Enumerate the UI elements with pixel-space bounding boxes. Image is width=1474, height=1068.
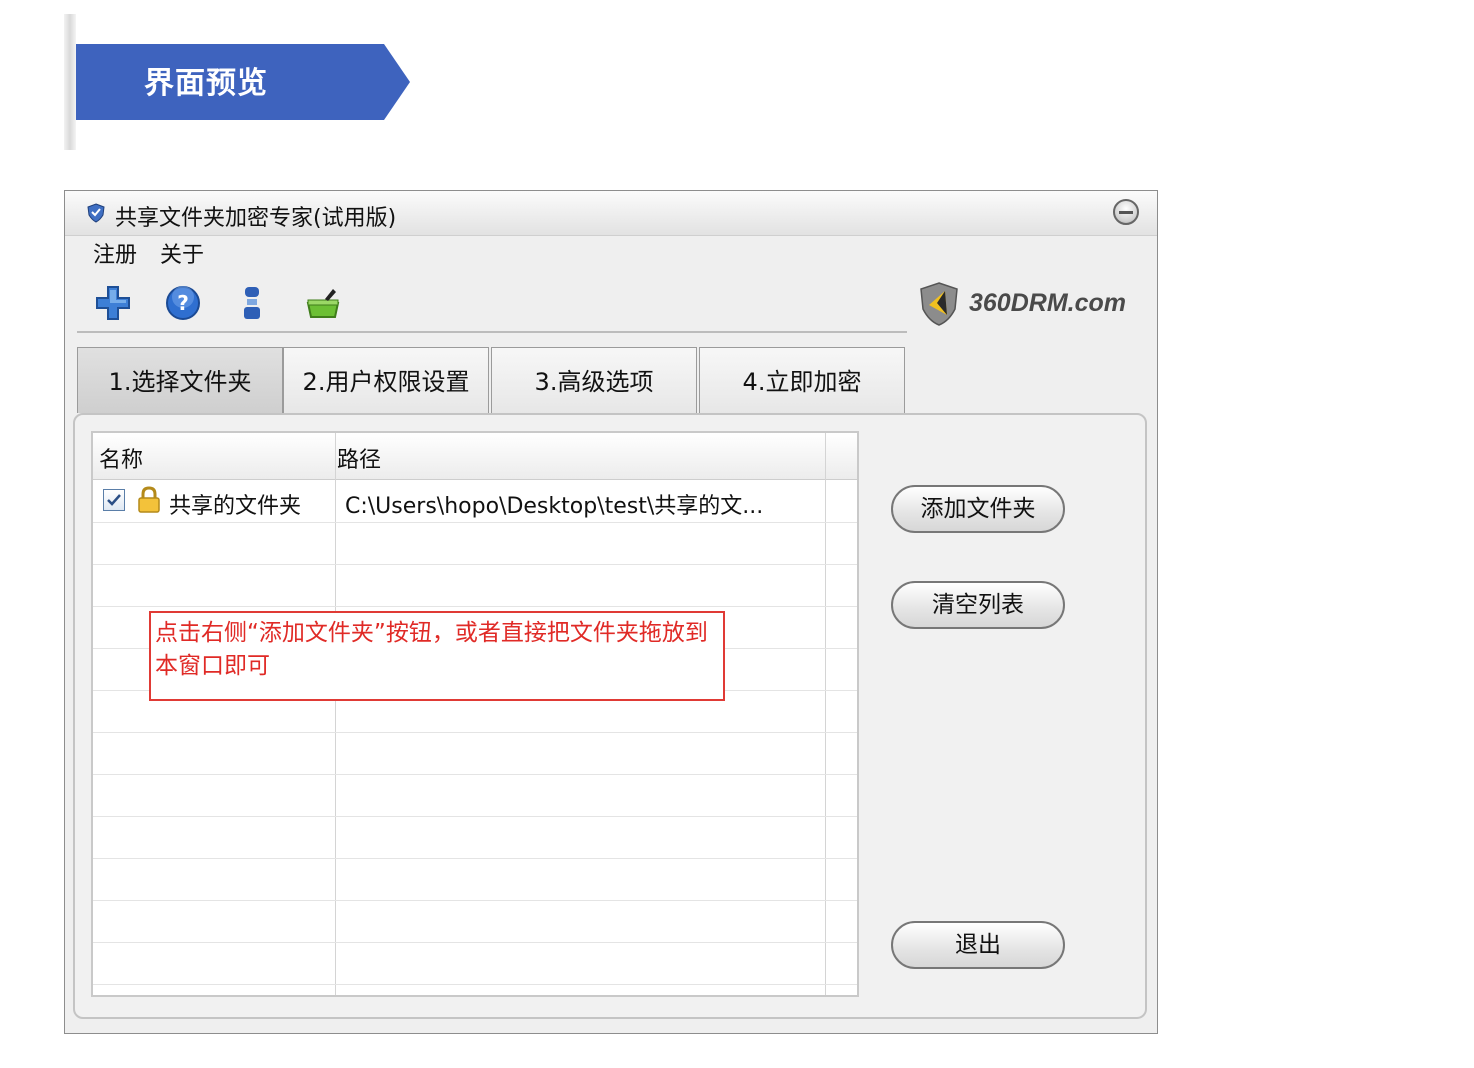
- exit-button[interactable]: 退出: [891, 921, 1065, 969]
- row-gridline: [93, 732, 857, 733]
- checkmark-icon: [107, 494, 121, 506]
- tab-encrypt-now[interactable]: 4.立即加密: [699, 347, 905, 413]
- brand-logo-icon: [920, 282, 958, 326]
- column-header-path[interactable]: 路径: [337, 442, 381, 474]
- app-window: 共享文件夹加密专家(试用版) 注册 关于 ? 360DRM.com 1.选择文件…: [64, 190, 1158, 1034]
- row-gridline: [93, 774, 857, 775]
- tab-select-folder[interactable]: 1.选择文件夹: [77, 347, 283, 413]
- row-checkbox[interactable]: [103, 489, 125, 511]
- plus-icon[interactable]: [93, 283, 133, 323]
- svg-text:?: ?: [177, 291, 189, 315]
- add-folder-button[interactable]: 添加文件夹: [891, 485, 1065, 533]
- row-gridline: [93, 942, 857, 943]
- shield-icon: [87, 203, 105, 223]
- tab-advanced-options[interactable]: 3.高级选项: [491, 347, 697, 413]
- lock-icon: [138, 486, 160, 513]
- clear-list-button[interactable]: 清空列表: [891, 581, 1065, 629]
- folder-list[interactable]: 名称 路径 共享的文件夹 C:\Users\hopo\Desktop\test\…: [91, 431, 859, 997]
- window-title: 共享文件夹加密专家(试用版): [115, 206, 397, 231]
- list-header: 名称 路径: [93, 433, 857, 480]
- minimize-button[interactable]: [1113, 199, 1139, 225]
- section-title: 界面预览: [144, 66, 268, 101]
- brand-text: 360DRM.com: [969, 289, 1126, 317]
- tab-panel: 名称 路径 共享的文件夹 C:\Users\hopo\Desktop\test\…: [73, 413, 1147, 1019]
- menu-about[interactable]: 关于: [160, 243, 204, 268]
- toolbar: ?: [77, 275, 907, 333]
- menu-bar: 注册 关于: [93, 237, 220, 269]
- user-icon[interactable]: [233, 283, 273, 323]
- title-bar: 共享文件夹加密专家(试用版): [65, 191, 1157, 236]
- row-gridline: [93, 606, 857, 607]
- row-gridline: [93, 564, 857, 565]
- column-header-name[interactable]: 名称: [99, 442, 143, 474]
- folder-key-icon[interactable]: [303, 283, 343, 323]
- row-gridline: [93, 900, 857, 901]
- drag-hint: 点击右侧“添加文件夹”按钮，或者直接把文件夹拖放到本窗口即可: [149, 611, 725, 701]
- row-gridline: [93, 984, 857, 985]
- row-gridline: [93, 816, 857, 817]
- section-banner-arrow: [384, 44, 410, 120]
- tab-user-permissions[interactable]: 2.用户权限设置: [283, 347, 489, 413]
- row-gridline: [93, 858, 857, 859]
- help-icon[interactable]: ?: [163, 283, 203, 323]
- banner-edge: [64, 14, 76, 150]
- table-row[interactable]: 共享的文件夹 C:\Users\hopo\Desktop\test\共享的文..…: [93, 480, 857, 522]
- row-name: 共享的文件夹: [169, 494, 302, 519]
- row-gridline: [93, 522, 857, 523]
- menu-register[interactable]: 注册: [93, 243, 137, 268]
- row-path: C:\Users\hopo\Desktop\test\共享的文...: [345, 494, 764, 519]
